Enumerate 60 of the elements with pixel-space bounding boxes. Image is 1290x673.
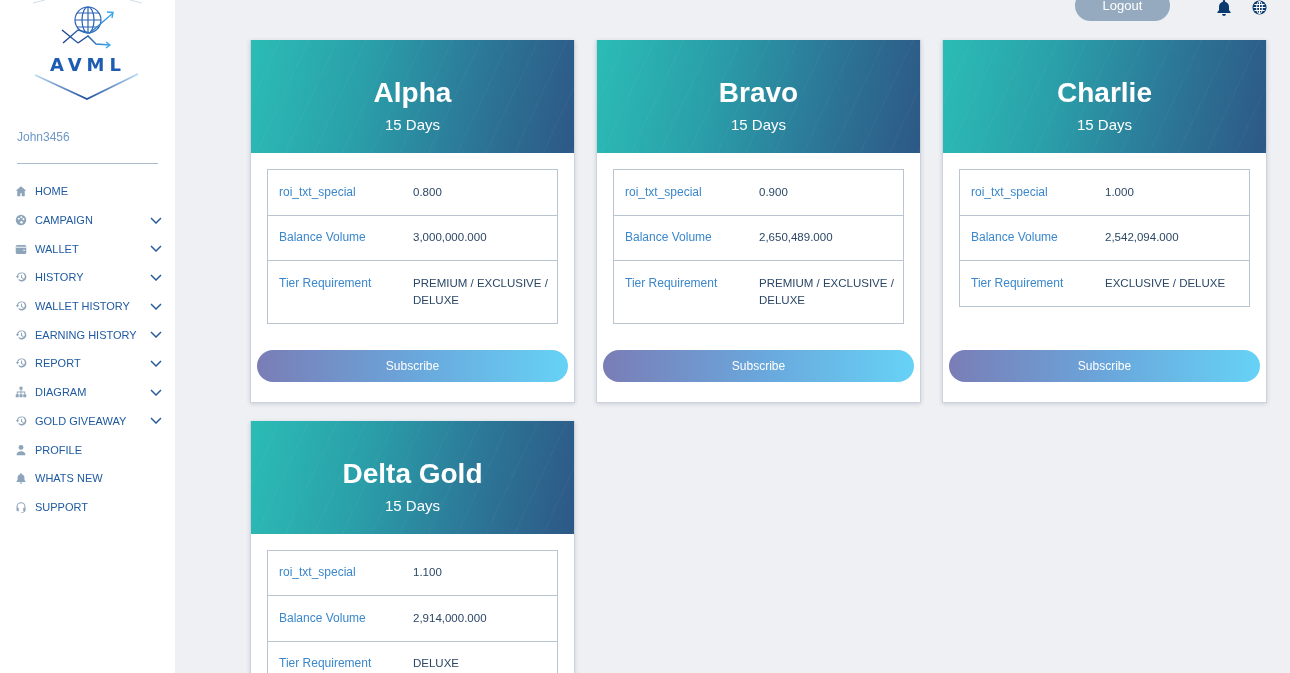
globe-icon[interactable]	[1252, 0, 1267, 15]
nav-item[interactable]: WALLET HISTORY	[0, 291, 175, 321]
plan-title: Delta Gold	[341, 456, 484, 491]
detail-value: 2,542,094.000	[1104, 215, 1250, 261]
palette-icon	[15, 214, 27, 227]
detail-value: PREMIUM / EXCLUSIVE / DELUXE	[412, 260, 558, 323]
plan-duration: 15 Days	[384, 495, 441, 516]
username: John3456	[17, 129, 71, 145]
plan-duration: 15 Days	[1076, 115, 1133, 135]
detail-value: EXCLUSIVE / DELUXE	[1104, 260, 1250, 306]
nav-item[interactable]: DIAGRAM	[0, 377, 175, 407]
nav-item[interactable]: HOME	[0, 177, 175, 206]
detail-value: DELUXE	[412, 641, 558, 673]
detail-label: roi_txt_special	[267, 169, 412, 215]
detail-value: 3,000,000.000	[412, 215, 558, 261]
nav-item[interactable]: REPORT	[0, 349, 175, 378]
detail-value: PREMIUM / EXCLUSIVE / DELUXE	[758, 260, 904, 323]
detail-label: roi_txt_special	[267, 550, 412, 596]
detail-value: 0.900	[758, 169, 904, 215]
bell-icon[interactable]	[1216, 0, 1232, 16]
history-icon	[15, 414, 27, 427]
detail-label: Balance Volume	[267, 215, 412, 261]
detail-value: 1.000	[1104, 169, 1250, 215]
history-icon	[15, 271, 27, 284]
detail-value: 1.100	[412, 550, 558, 596]
nav-item[interactable]: PROFILE	[0, 435, 175, 464]
detail-value: 2,650,489.000	[758, 215, 904, 261]
nav-item[interactable]: SUPPORT	[0, 492, 175, 522]
plan-title: Alpha	[372, 76, 453, 110]
history-icon	[15, 357, 27, 370]
detail-label: Tier Requirement	[613, 260, 758, 323]
plan-duration: 15 Days	[384, 115, 441, 135]
plan-title: Charlie	[1056, 76, 1153, 110]
nav-item[interactable]: WHATS NEW	[0, 463, 175, 493]
plan-duration: 15 Days	[730, 115, 787, 135]
nav-item[interactable]: CAMPAIGN	[0, 205, 175, 235]
wallet-icon	[15, 242, 27, 255]
detail-label: roi_txt_special	[613, 169, 758, 215]
nav-item[interactable]: EARNING HISTORY	[0, 320, 175, 350]
detail-label: Tier Requirement	[959, 260, 1104, 306]
detail-value: 0.800	[412, 169, 558, 215]
detail-value: 2,914,000.000	[412, 595, 558, 641]
nav-item[interactable]: WALLET	[0, 234, 175, 264]
detail-label: Balance Volume	[267, 595, 412, 641]
detail-label: Tier Requirement	[267, 260, 412, 323]
history-icon	[15, 300, 27, 313]
nav-item[interactable]: HISTORY	[0, 263, 175, 292]
home-icon	[15, 185, 27, 198]
user-icon	[15, 443, 27, 456]
detail-label: Balance Volume	[613, 215, 758, 261]
headset-icon	[15, 500, 27, 513]
nav-item[interactable]: GOLD GIVEAWAY	[0, 406, 175, 436]
detail-label: Balance Volume	[959, 215, 1104, 261]
logo: AVML	[30, 0, 145, 102]
history-icon	[15, 328, 27, 341]
sitemap-icon	[15, 386, 27, 399]
bell-icon	[15, 472, 27, 485]
detail-label: Tier Requirement	[267, 641, 412, 673]
plan-title: Bravo	[717, 76, 800, 110]
detail-label: roi_txt_special	[959, 169, 1104, 215]
